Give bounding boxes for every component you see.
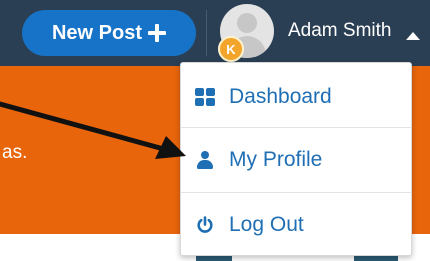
menu-item-my-profile[interactable]: My Profile xyxy=(181,128,411,192)
menu-item-label: Log Out xyxy=(229,213,304,236)
toolbar-divider xyxy=(206,10,207,56)
banner-partial-text: as. xyxy=(2,142,28,163)
user-dropdown-menu: Dashboard My Profile Log Out xyxy=(180,62,412,256)
avatar-badge-icon: K xyxy=(218,36,244,62)
new-post-label: New Post xyxy=(51,21,143,44)
plus-icon xyxy=(148,24,167,42)
menu-item-log-out[interactable]: Log Out xyxy=(181,193,411,257)
menu-item-label: My Profile xyxy=(229,148,323,171)
caret-up-icon xyxy=(406,32,420,40)
user-icon xyxy=(196,151,214,169)
dashboard-grid-icon xyxy=(195,88,215,106)
avatar-head-shape xyxy=(237,13,257,33)
power-icon xyxy=(197,216,213,233)
menu-item-label: Dashboard xyxy=(229,85,332,108)
user-name: Adam Smith xyxy=(288,20,392,41)
menu-item-dashboard[interactable]: Dashboard xyxy=(181,65,411,129)
user-menu-toggle[interactable]: K Adam Smith xyxy=(218,4,430,62)
new-post-button[interactable]: New Post xyxy=(22,10,196,56)
top-navigation-bar: New Post K Adam Smith xyxy=(0,0,430,66)
